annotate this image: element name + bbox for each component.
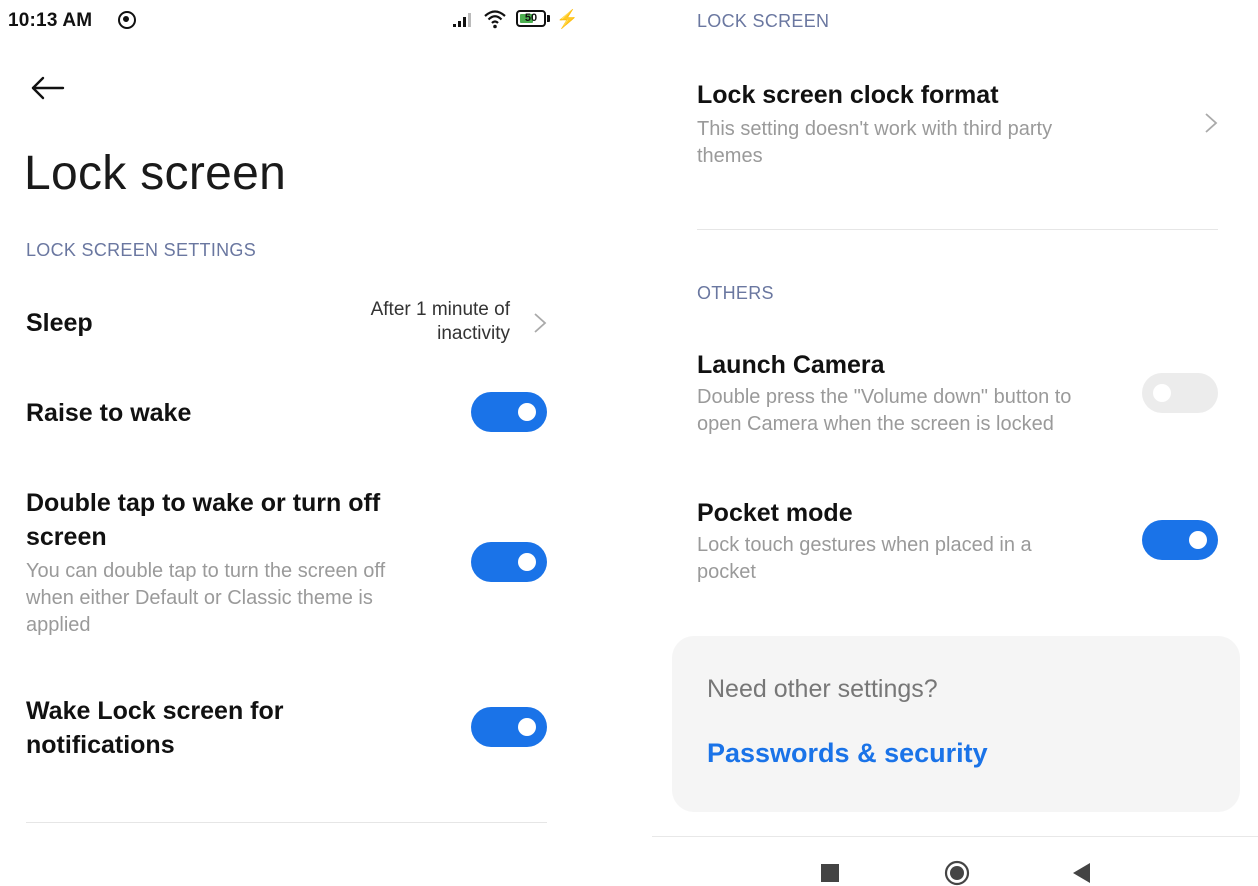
toggle-knob [518,718,536,736]
recents-square-icon[interactable] [821,864,839,882]
status-time: 10:13 AM [8,10,93,31]
toggle-knob [518,403,536,421]
nav-bar-divider [652,836,1258,837]
section-label-lock-screen-settings: LOCK SCREEN SETTINGS [26,240,257,260]
double-tap-desc-line3: applied [26,614,91,636]
sleep-value-line2: inactivity [437,323,510,344]
double-tap-text: Double tap to wake or turn off screen Yo… [26,486,456,639]
battery-icon: 50 [516,10,546,27]
raise-to-wake-toggle[interactable] [471,392,547,432]
double-tap-desc-line2: when either Default or Classic theme is [26,587,373,609]
double-tap-title-line1: Double tap to wake or turn off [26,489,381,517]
pocket-mode-text: Pocket mode Lock touch gestures when pla… [697,496,1137,586]
launch-camera-toggle[interactable] [1142,373,1218,413]
double-tap-title-line2: screen [26,523,107,551]
wake-lock-text: Wake Lock screen for notifications [26,694,284,762]
clock-format-row[interactable]: Lock screen clock format This setting do… [680,70,1230,180]
sync-icon [118,11,136,29]
page-title: Lock screen [24,147,287,200]
divider [697,229,1218,230]
launch-camera-desc-line1: Double press the "Volume down" button to [697,386,1072,408]
section-label-others: OTHERS [697,283,774,303]
sleep-row[interactable]: Sleep After 1 minute of inactivity [0,290,570,360]
pocket-mode-desc-line1: Lock touch gestures when placed in a [697,534,1032,556]
double-tap-toggle[interactable] [471,542,547,582]
sleep-value: After 1 minute of inactivity [210,298,510,346]
launch-camera-desc-line2: open Camera when the screen is locked [697,413,1054,435]
passwords-security-link[interactable]: Passwords & security [707,738,988,769]
wake-lock-title-line1: Wake Lock screen for [26,697,284,725]
charging-bolt-icon: ⚡ [556,9,579,29]
pocket-mode-toggle[interactable] [1142,520,1218,560]
toggle-knob [1189,531,1207,549]
pocket-mode-desc-line2: pocket [697,561,756,583]
battery-level: 50 [524,12,538,24]
double-tap-desc-line1: You can double tap to turn the screen of… [26,560,386,582]
section-label-lock-screen: LOCK SCREEN [697,11,830,31]
sleep-value-line1: After 1 minute of [370,299,510,320]
card-title: Need other settings? [707,675,938,703]
other-settings-card [672,636,1240,812]
wifi-icon [484,10,506,29]
raise-to-wake-title: Raise to wake [26,399,192,427]
clock-format-desc: This setting doesn't work with third par… [697,116,1137,170]
launch-camera-title: Launch Camera [697,351,885,379]
clock-format-desc-line2: themes [697,145,763,167]
battery-nub [547,15,550,22]
wake-lock-title-line2: notifications [26,731,175,759]
toggle-knob [518,553,536,571]
pocket-mode-title: Pocket mode [697,499,853,527]
signal-icon [453,13,471,27]
back-triangle-icon[interactable] [1070,861,1092,885]
wake-lock-toggle[interactable] [471,707,547,747]
chevron-right-icon [534,313,547,333]
clock-format-title: Lock screen clock format [697,81,999,109]
sleep-title: Sleep [26,309,93,337]
divider [26,822,547,823]
launch-camera-text: Launch Camera Double press the "Volume d… [697,348,1137,438]
toggle-knob [1153,384,1171,402]
arrow-left-icon[interactable] [30,70,66,106]
clock-format-desc-line1: This setting doesn't work with third par… [697,118,1053,140]
home-circle-icon[interactable] [944,860,970,886]
chevron-right-icon [1205,113,1218,133]
